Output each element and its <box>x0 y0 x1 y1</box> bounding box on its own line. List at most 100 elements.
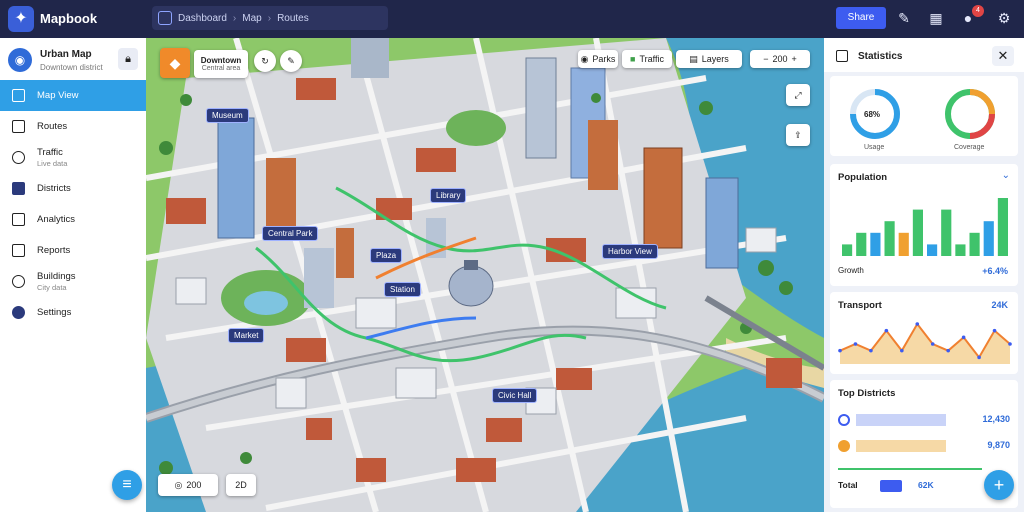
zoom-out-icon[interactable]: − <box>763 54 768 64</box>
map-label[interactable]: Central Park <box>262 226 319 241</box>
data-point[interactable] <box>869 348 873 353</box>
edit-icon[interactable]: ✎ <box>280 50 302 72</box>
search-value: Downtown <box>200 56 242 65</box>
compass-icon[interactable]: ✦ <box>8 6 34 32</box>
sidebar-item-label: Map View <box>37 90 79 101</box>
sidebar-item-label: Traffic <box>37 146 63 158</box>
check-icon: ■ <box>630 54 636 64</box>
map-label[interactable]: Civic Hall <box>492 388 538 403</box>
target-icon: ◎ <box>174 479 183 490</box>
map-label[interactable]: Library <box>430 188 467 203</box>
data-point[interactable] <box>838 348 842 353</box>
bar[interactable] <box>884 221 895 256</box>
data-point[interactable] <box>930 342 935 346</box>
bar[interactable] <box>955 244 966 256</box>
progress-bar <box>856 414 946 426</box>
sidebar-item-traffic[interactable]: Traffic Live data <box>0 142 146 173</box>
data-point[interactable] <box>961 335 966 340</box>
bar[interactable] <box>927 244 938 256</box>
breadcrumb-item[interactable]: Routes <box>277 13 309 24</box>
progress-bar <box>856 440 946 452</box>
filter-chip-parks[interactable]: ◉ Parks <box>578 50 618 68</box>
sidebar-item-buildings[interactable]: Buildings City data <box>0 266 146 297</box>
map-label[interactable]: Harbor View <box>602 244 658 259</box>
send-icon <box>12 244 25 257</box>
data-point[interactable] <box>977 355 981 360</box>
population-card: Population ⌄ Growth +6.4% <box>830 164 1018 286</box>
map-label[interactable]: Station <box>384 282 421 297</box>
sidebar-item-label: Reports <box>37 245 71 256</box>
search-input[interactable]: Downtown Central area <box>194 50 248 78</box>
chevron-down-icon[interactable]: ⌄ <box>1002 170 1010 181</box>
sidebar-item-routes[interactable]: Routes <box>0 111 146 142</box>
list-item[interactable]: 9,870 <box>838 438 1010 454</box>
breadcrumb: Dashboard › Map › Routes <box>152 6 388 30</box>
card-footer-label: Growth <box>838 266 864 275</box>
bar[interactable] <box>912 209 923 256</box>
filter-chip-traffic[interactable]: ■ Traffic <box>622 50 672 68</box>
sidebar-item-map-view[interactable]: Map View <box>0 80 146 111</box>
zoom-control[interactable]: −200 + <box>750 50 810 68</box>
bar[interactable] <box>856 232 867 256</box>
sidebar-item-label: Buildings <box>37 270 76 282</box>
bar[interactable] <box>983 221 994 256</box>
map-label[interactable]: Plaza <box>370 248 403 263</box>
data-point[interactable] <box>884 328 889 333</box>
sidebar-item-settings[interactable]: Settings <box>0 297 146 328</box>
breadcrumb-item[interactable]: Dashboard <box>178 13 227 24</box>
sidebar-item-reports[interactable]: Reports <box>0 235 146 266</box>
top-bar: ✦ Mapbook Dashboard › Map › Routes Share… <box>0 0 1024 38</box>
data-point[interactable] <box>853 342 858 346</box>
breadcrumb-item[interactable]: Map <box>242 13 261 24</box>
lock-icon[interactable]: 🔒︎ <box>118 48 138 70</box>
data-point[interactable] <box>946 348 950 353</box>
card-title: Transport <box>838 300 882 311</box>
data-point[interactable] <box>992 328 997 333</box>
bar[interactable] <box>898 232 909 256</box>
grid-icon[interactable]: ▦ <box>926 8 946 28</box>
layers-button[interactable]: ≡ <box>112 470 142 500</box>
data-point[interactable] <box>1008 342 1012 346</box>
add-button[interactable]: + <box>984 470 1014 500</box>
sidebar: ◉ Urban Map Downtown district 🔒︎ Map Vie… <box>0 38 146 512</box>
map-view-toggle[interactable]: ◎ 200 <box>158 474 218 496</box>
share-icon[interactable]: ⇪ <box>786 124 810 146</box>
edit-icon[interactable]: ✎ <box>894 8 914 28</box>
gauge-graphics <box>850 89 995 139</box>
fullscreen-icon[interactable]: ⤢ <box>786 84 810 106</box>
list-item[interactable]: 12,430 <box>838 412 1010 428</box>
zoom-in-icon[interactable]: + <box>792 54 797 64</box>
layers-icon: ▤ <box>689 53 698 64</box>
map-label[interactable]: Museum <box>206 108 249 123</box>
sidebar-item-districts[interactable]: Districts <box>0 173 146 204</box>
close-icon[interactable]: ✕ <box>992 46 1014 66</box>
sidebar-item-analytics[interactable]: Analytics <box>0 204 146 235</box>
map-canvas[interactable]: ◆ Downtown Central area ↻ ✎ ◉ Parks ■ Traf… <box>146 38 824 512</box>
circle-icon <box>12 275 25 288</box>
gauge-a-label: Usage <box>864 144 885 151</box>
avatar: ◉ <box>8 48 32 72</box>
grid-icon <box>12 182 25 195</box>
bar[interactable] <box>842 244 853 256</box>
location-icon[interactable]: ◆ <box>160 48 190 78</box>
bar[interactable] <box>941 209 952 256</box>
profile-subtitle: Downtown district <box>40 63 103 72</box>
settings-icon[interactable]: ⚙ <box>994 8 1014 28</box>
sidebar-item-sub: Live data <box>37 158 68 168</box>
data-point[interactable] <box>900 348 904 353</box>
bar[interactable] <box>997 198 1008 256</box>
filter-chip-layers[interactable]: ▤ Layers <box>676 50 742 68</box>
bar[interactable] <box>969 232 980 256</box>
sidebar-item-label: Routes <box>37 121 68 132</box>
data-point[interactable] <box>915 322 920 326</box>
footer-label: Total <box>838 480 858 490</box>
share-button[interactable]: Share <box>836 7 886 29</box>
home-icon[interactable] <box>158 11 172 25</box>
refresh-icon[interactable]: ↻ <box>254 50 276 72</box>
profile[interactable]: ◉ Urban Map Downtown district 🔒︎ <box>8 46 138 78</box>
clock-icon <box>12 151 25 164</box>
bar[interactable] <box>870 232 881 256</box>
view-mode-button[interactable]: 2D <box>226 474 256 496</box>
map-label[interactable]: Market <box>228 328 265 343</box>
sidebar-item-label: Districts <box>37 183 71 194</box>
